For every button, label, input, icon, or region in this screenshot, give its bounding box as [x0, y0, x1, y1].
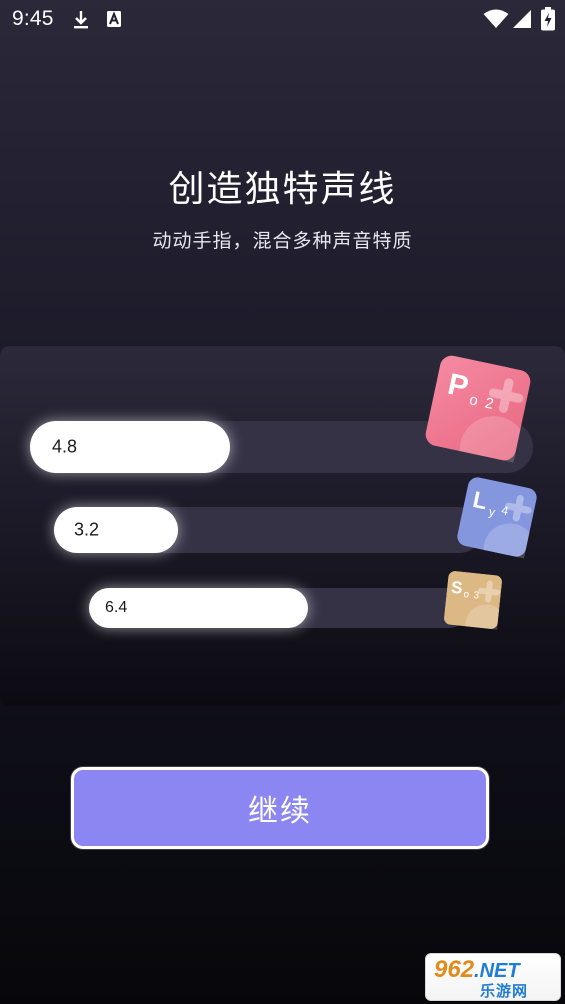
font-a-icon — [106, 10, 122, 32]
slider-fill[interactable]: 3.2 — [54, 507, 178, 553]
slider-value: 4.8 — [52, 436, 78, 457]
watermark-site-name: 乐游网 — [480, 982, 529, 1000]
slider-fill[interactable]: 4.8 — [30, 421, 230, 473]
so-tile-icon[interactable]: S o 3 — [443, 570, 503, 630]
page-title: 创造独特声线 — [168, 169, 397, 210]
ly-tile-icon[interactable]: L y 4 — [455, 475, 538, 559]
page-subtitle: 动动手指，混合多种声音特质 — [152, 230, 413, 252]
slider-fill[interactable]: 6.4 — [89, 588, 308, 628]
svg-text:S: S — [450, 578, 463, 598]
battery-charging-icon — [541, 7, 555, 35]
continue-button[interactable]: 继续 — [71, 767, 489, 849]
po-tile-icon[interactable]: P o 2 — [423, 353, 532, 463]
wifi-icon — [483, 9, 509, 33]
signal-icon — [512, 9, 532, 33]
voice-slider-so[interactable]: 6.4 — [89, 588, 469, 628]
slider-value: 6.4 — [105, 599, 128, 616]
voice-slider-ly[interactable]: 3.2 — [54, 507, 482, 553]
download-icon — [72, 10, 90, 34]
status-time: 9:45 — [12, 7, 54, 30]
status-bar: 9:45 — [0, 0, 565, 38]
site-watermark-logo: 962.NET 乐游网 — [425, 953, 561, 1001]
slider-value: 3.2 — [74, 519, 100, 540]
